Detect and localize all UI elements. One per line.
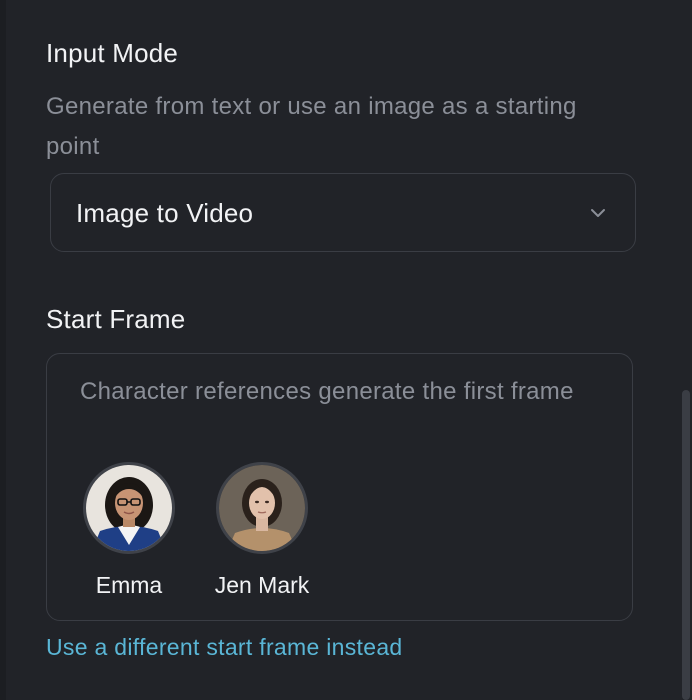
input-mode-title: Input Mode (46, 38, 179, 68)
start-frame-box: Character references generate the first … (46, 353, 633, 621)
character-emma[interactable]: Emma (81, 462, 177, 599)
avatar-jen-mark (216, 462, 308, 554)
scrollbar[interactable] (680, 0, 692, 700)
portrait-emma-image (86, 465, 172, 551)
avatar-emma (83, 462, 175, 554)
panel-divider (0, 0, 6, 700)
input-mode-select[interactable]: Image to Video (50, 173, 636, 252)
portrait-jen-mark-image (219, 465, 305, 551)
character-name-emma: Emma (95, 572, 163, 598)
start-frame-title: Start Frame (46, 304, 186, 334)
character-name-jen-mark: Jen Mark (214, 572, 310, 598)
input-mode-description: Generate from text or use an image as a … (46, 93, 577, 160)
settings-panel: Input Mode Generate from text or use an … (0, 0, 692, 700)
scrollbar-thumb[interactable] (682, 390, 690, 700)
chevron-down-icon (591, 209, 605, 217)
character-jen-mark[interactable]: Jen Mark (214, 462, 310, 599)
use-different-start-frame-link[interactable]: Use a different start frame instead (46, 634, 403, 661)
input-mode-selected-value: Image to Video (76, 198, 254, 228)
start-frame-description: Character references generate the first … (80, 378, 574, 405)
